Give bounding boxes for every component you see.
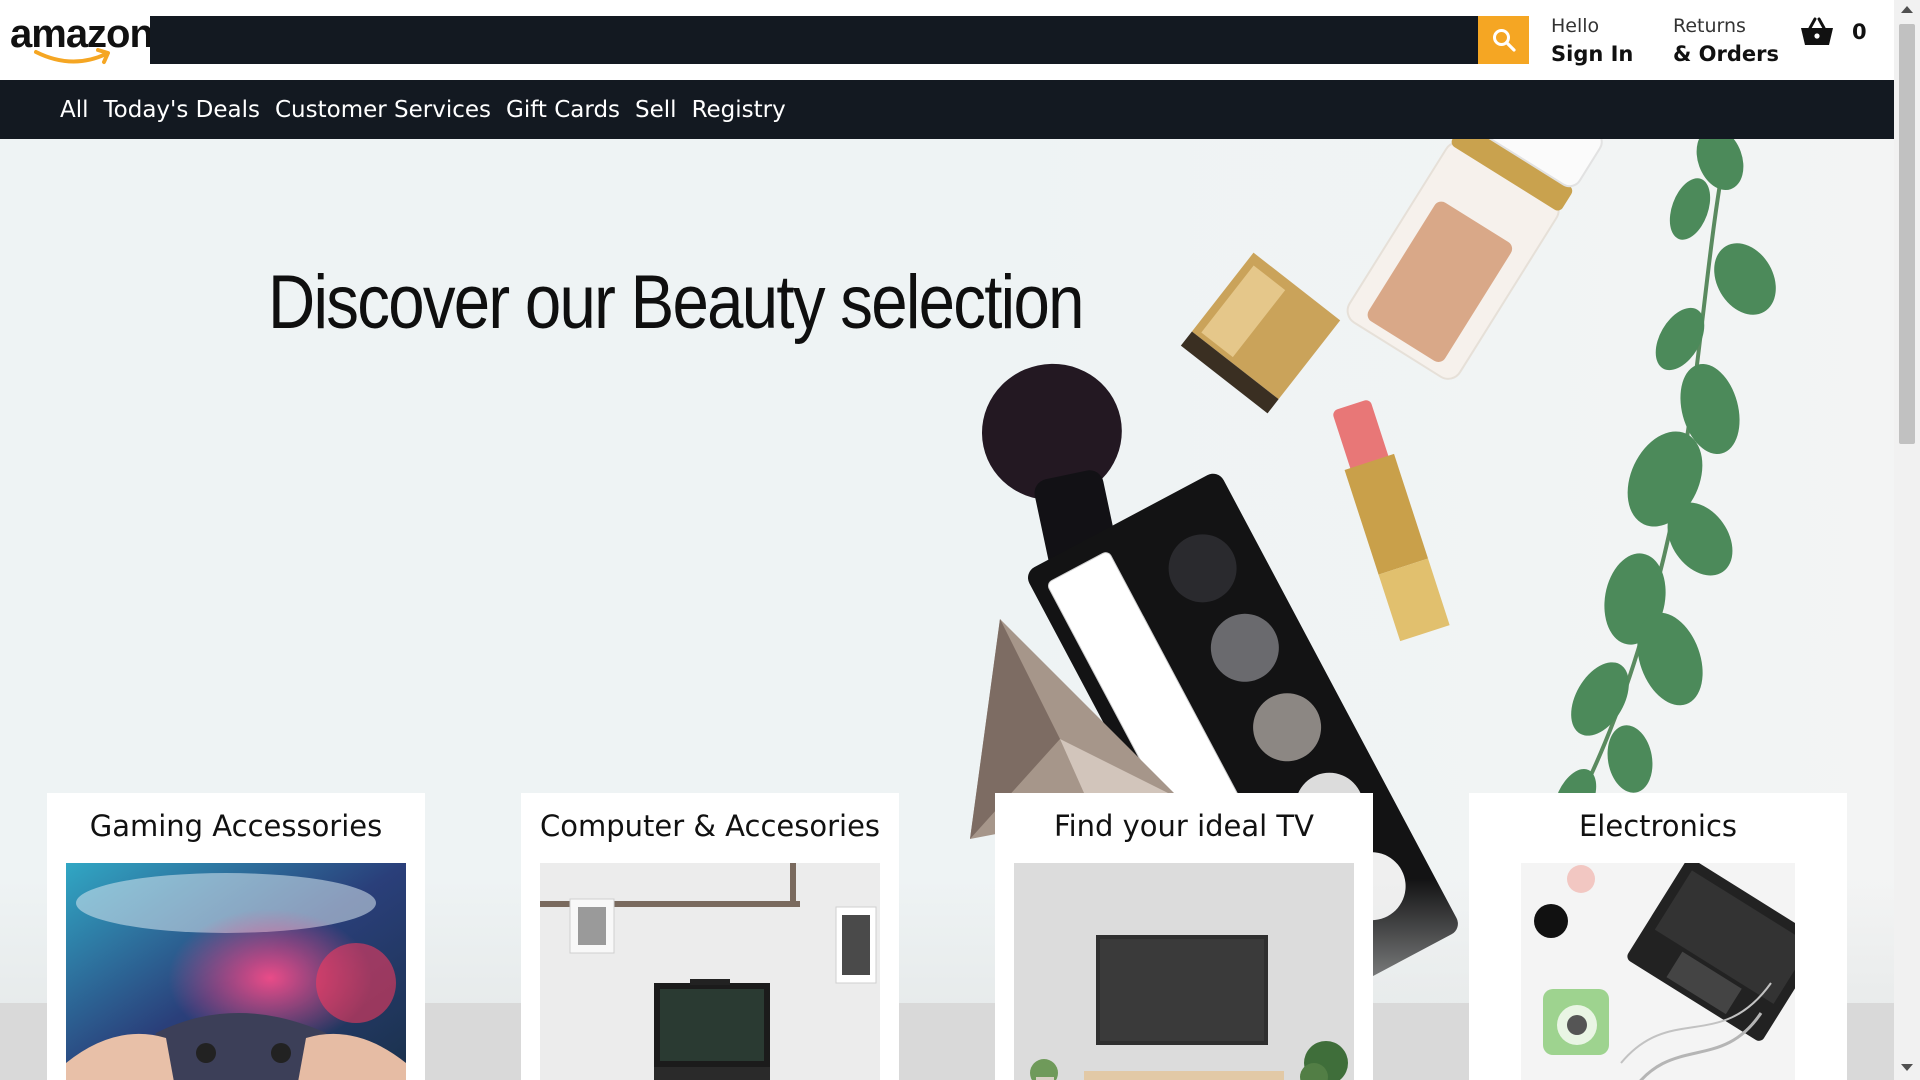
- subnav-sell[interactable]: Sell: [635, 97, 677, 123]
- search-button[interactable]: [1478, 16, 1529, 64]
- computer-desk-image[interactable]: [540, 863, 880, 1080]
- basket-icon: [1801, 17, 1833, 45]
- subnav-todays-deals[interactable]: Today's Deals: [104, 97, 260, 123]
- logo-smile-icon: [34, 48, 110, 64]
- top-header: amazon Hello Sign In Returns & Orders 0: [0, 0, 1894, 80]
- subnav-registry[interactable]: Registry: [692, 97, 786, 123]
- card-tv[interactable]: Find your ideal TV: [995, 793, 1373, 1080]
- search-icon: [1492, 29, 1516, 52]
- returns-label: Returns: [1673, 15, 1746, 37]
- account-greeting: Hello: [1551, 15, 1600, 37]
- orders-label: & Orders: [1673, 42, 1779, 66]
- tv-image-art: [1014, 863, 1354, 1080]
- cart-button[interactable]: 0: [1800, 14, 1870, 50]
- scroll-thumb[interactable]: [1899, 24, 1915, 444]
- search-input[interactable]: [150, 16, 1478, 64]
- returns-orders-link[interactable]: Returns & Orders: [1673, 12, 1779, 68]
- page-scrollbar[interactable]: [1894, 0, 1920, 1080]
- amazon-logo[interactable]: amazon: [10, 14, 154, 70]
- account-signin-link[interactable]: Hello Sign In: [1551, 12, 1633, 68]
- signin-label: Sign In: [1551, 42, 1634, 66]
- gaming-controller-image[interactable]: [66, 863, 406, 1080]
- computer-image-art: [540, 863, 880, 1080]
- cart-count: 0: [1852, 20, 1867, 44]
- scroll-down-icon[interactable]: [1901, 1064, 1913, 1071]
- search-bar: [150, 16, 1529, 64]
- tv-room-image[interactable]: [1014, 863, 1354, 1080]
- card-title: Find your ideal TV: [1054, 809, 1314, 843]
- subnav-all[interactable]: All: [60, 97, 89, 123]
- sub-navigation: All Today's Deals Customer Services Gift…: [0, 80, 1894, 139]
- hero-title: Discover our Beauty selection: [268, 260, 1084, 345]
- electronics-flatlay-image[interactable]: [1521, 863, 1795, 1080]
- card-title: Electronics: [1578, 809, 1738, 843]
- card-electronics[interactable]: Electronics: [1469, 793, 1847, 1080]
- card-title: Gaming Accessories: [89, 809, 383, 843]
- card-title: Computer & Accesories: [539, 809, 881, 843]
- subnav-gift-cards[interactable]: Gift Cards: [506, 97, 620, 123]
- electronics-image-art: [1521, 863, 1795, 1080]
- subnav-customer-services[interactable]: Customer Services: [275, 97, 491, 123]
- gaming-image-art: [66, 863, 406, 1080]
- scroll-up-icon[interactable]: [1901, 6, 1913, 13]
- card-computer-accessories[interactable]: Computer & Accesories: [521, 793, 899, 1080]
- card-gaming-accessories[interactable]: Gaming Accessories: [47, 793, 425, 1080]
